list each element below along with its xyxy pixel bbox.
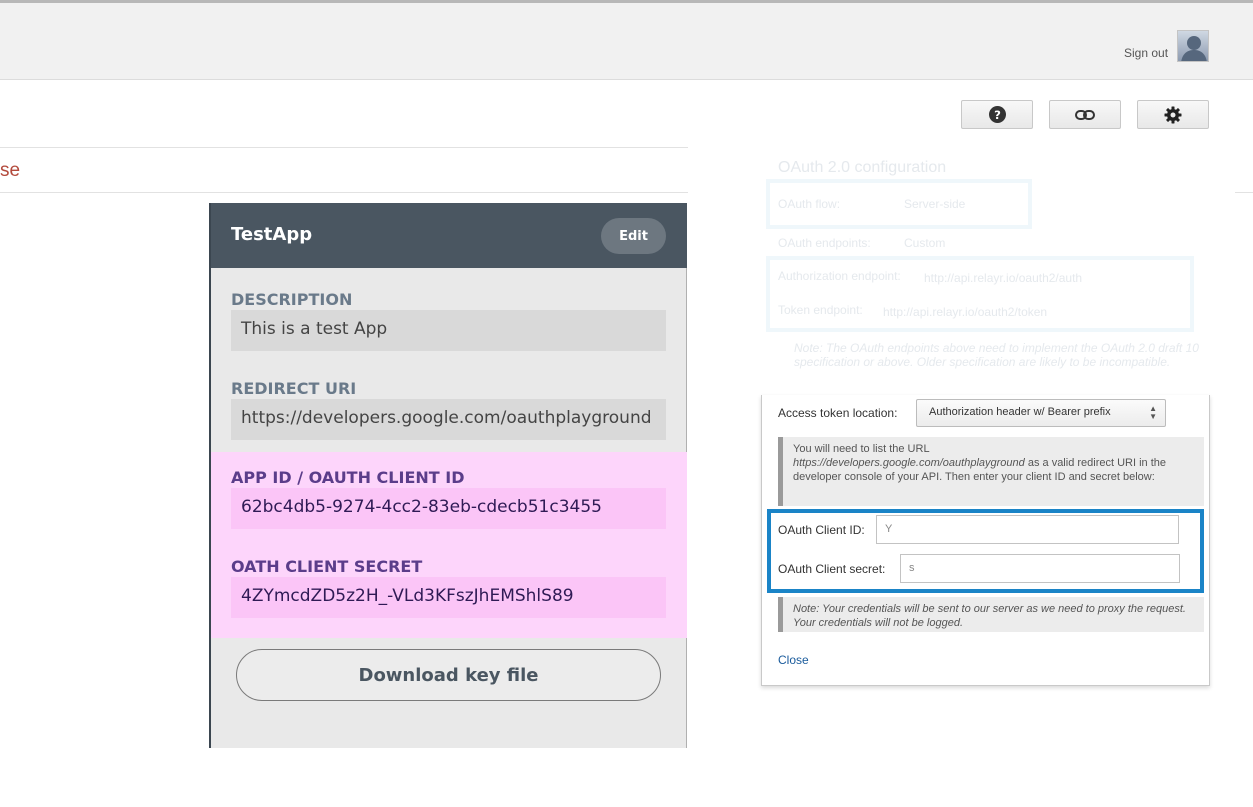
sign-out-link[interactable]: Sign out (1124, 46, 1168, 60)
endpoints-highlight (766, 256, 1194, 332)
divider (1235, 192, 1253, 193)
access-token-location-label: Access token location: (778, 406, 898, 420)
app-card-header: TestApp Edit (211, 203, 687, 268)
access-token-location-select[interactable]: Authorization header w/ Bearer prefix ▲ ▼ (916, 399, 1166, 427)
description-field[interactable]: This is a test App (231, 310, 666, 351)
close-link-fragment[interactable]: se (0, 160, 20, 182)
description-label: DESCRIPTION (231, 290, 353, 309)
user-avatar-icon[interactable] (1177, 30, 1209, 62)
app-title: TestApp (231, 224, 313, 245)
credentials-note: Note: Your credentials will be sent to o… (778, 597, 1204, 632)
client-secret-label: OATH CLIENT SECRET (231, 557, 423, 576)
app-id-label: APP ID / OAUTH CLIENT ID (231, 468, 465, 487)
flow-value[interactable]: Server-side (904, 197, 965, 211)
svg-text:?: ? (994, 108, 1001, 122)
app-card: TestApp Edit DESCRIPTION This is a test … (209, 203, 687, 748)
token-endpoint-value[interactable]: http://api.relayr.io/oauth2/token (883, 305, 1047, 319)
client-secret-field[interactable]: 4ZYmcdZD5z2H_-VLd3KFszJhEMShlS89 (231, 577, 666, 618)
endpoints-value[interactable]: Custom (904, 236, 945, 250)
settings-button[interactable] (1137, 100, 1209, 129)
auth-endpoint-value[interactable]: http://api.relayr.io/oauth2/auth (924, 271, 1082, 285)
select-arrows-icon: ▲ ▼ (1149, 404, 1157, 421)
gear-icon (1164, 106, 1182, 123)
client-secret-input[interactable]: s (900, 554, 1180, 583)
auth-endpoint-label: Authorization endpoint: (778, 269, 901, 283)
access-token-location-value: Authorization header w/ Bearer prefix (929, 406, 1111, 418)
question-circle-icon: ? (988, 106, 1006, 123)
divider (0, 192, 688, 193)
redirect-note-intro: You will need to list the URL (793, 443, 930, 455)
redirect-note-url: https://developers.google.com/oauthplayg… (793, 457, 1025, 469)
client-secret-label-panel: OAuth Client secret: (778, 562, 886, 576)
divider (0, 147, 688, 148)
config-title: OAuth 2.0 configuration (778, 159, 947, 176)
redirect-uri-field[interactable]: https://developers.google.com/oauthplayg… (231, 399, 666, 440)
edit-button[interactable]: Edit (601, 218, 666, 254)
redirect-uri-label: REDIRECT URI (231, 379, 357, 398)
download-key-file-button[interactable]: Download key file (236, 649, 661, 701)
endpoints-label: OAuth endpoints: (778, 236, 871, 250)
client-id-input[interactable]: Y (876, 515, 1179, 544)
link-button[interactable] (1049, 100, 1121, 129)
app-id-field[interactable]: 62bc4db5-9274-4cc2-83eb-cdecb51c3455 (231, 488, 666, 529)
redirect-note: You will need to list the URL https://de… (778, 437, 1204, 506)
oauth-config-panel: Access token location: Authorization hea… (761, 395, 1210, 686)
close-link[interactable]: Close (778, 653, 809, 667)
token-endpoint-label: Token endpoint: (778, 303, 863, 317)
help-button[interactable]: ? (961, 100, 1033, 129)
oauth-config-faded: OAuth 2.0 configuration OAuth flow: Serv… (688, 145, 1235, 395)
endpoints-note: Note: The OAuth endpoints above need to … (794, 341, 1199, 369)
top-header: Sign out (0, 3, 1253, 80)
client-id-label: OAuth Client ID: (778, 523, 865, 537)
flow-label: OAuth flow: (778, 197, 841, 211)
link-icon (1075, 109, 1095, 120)
